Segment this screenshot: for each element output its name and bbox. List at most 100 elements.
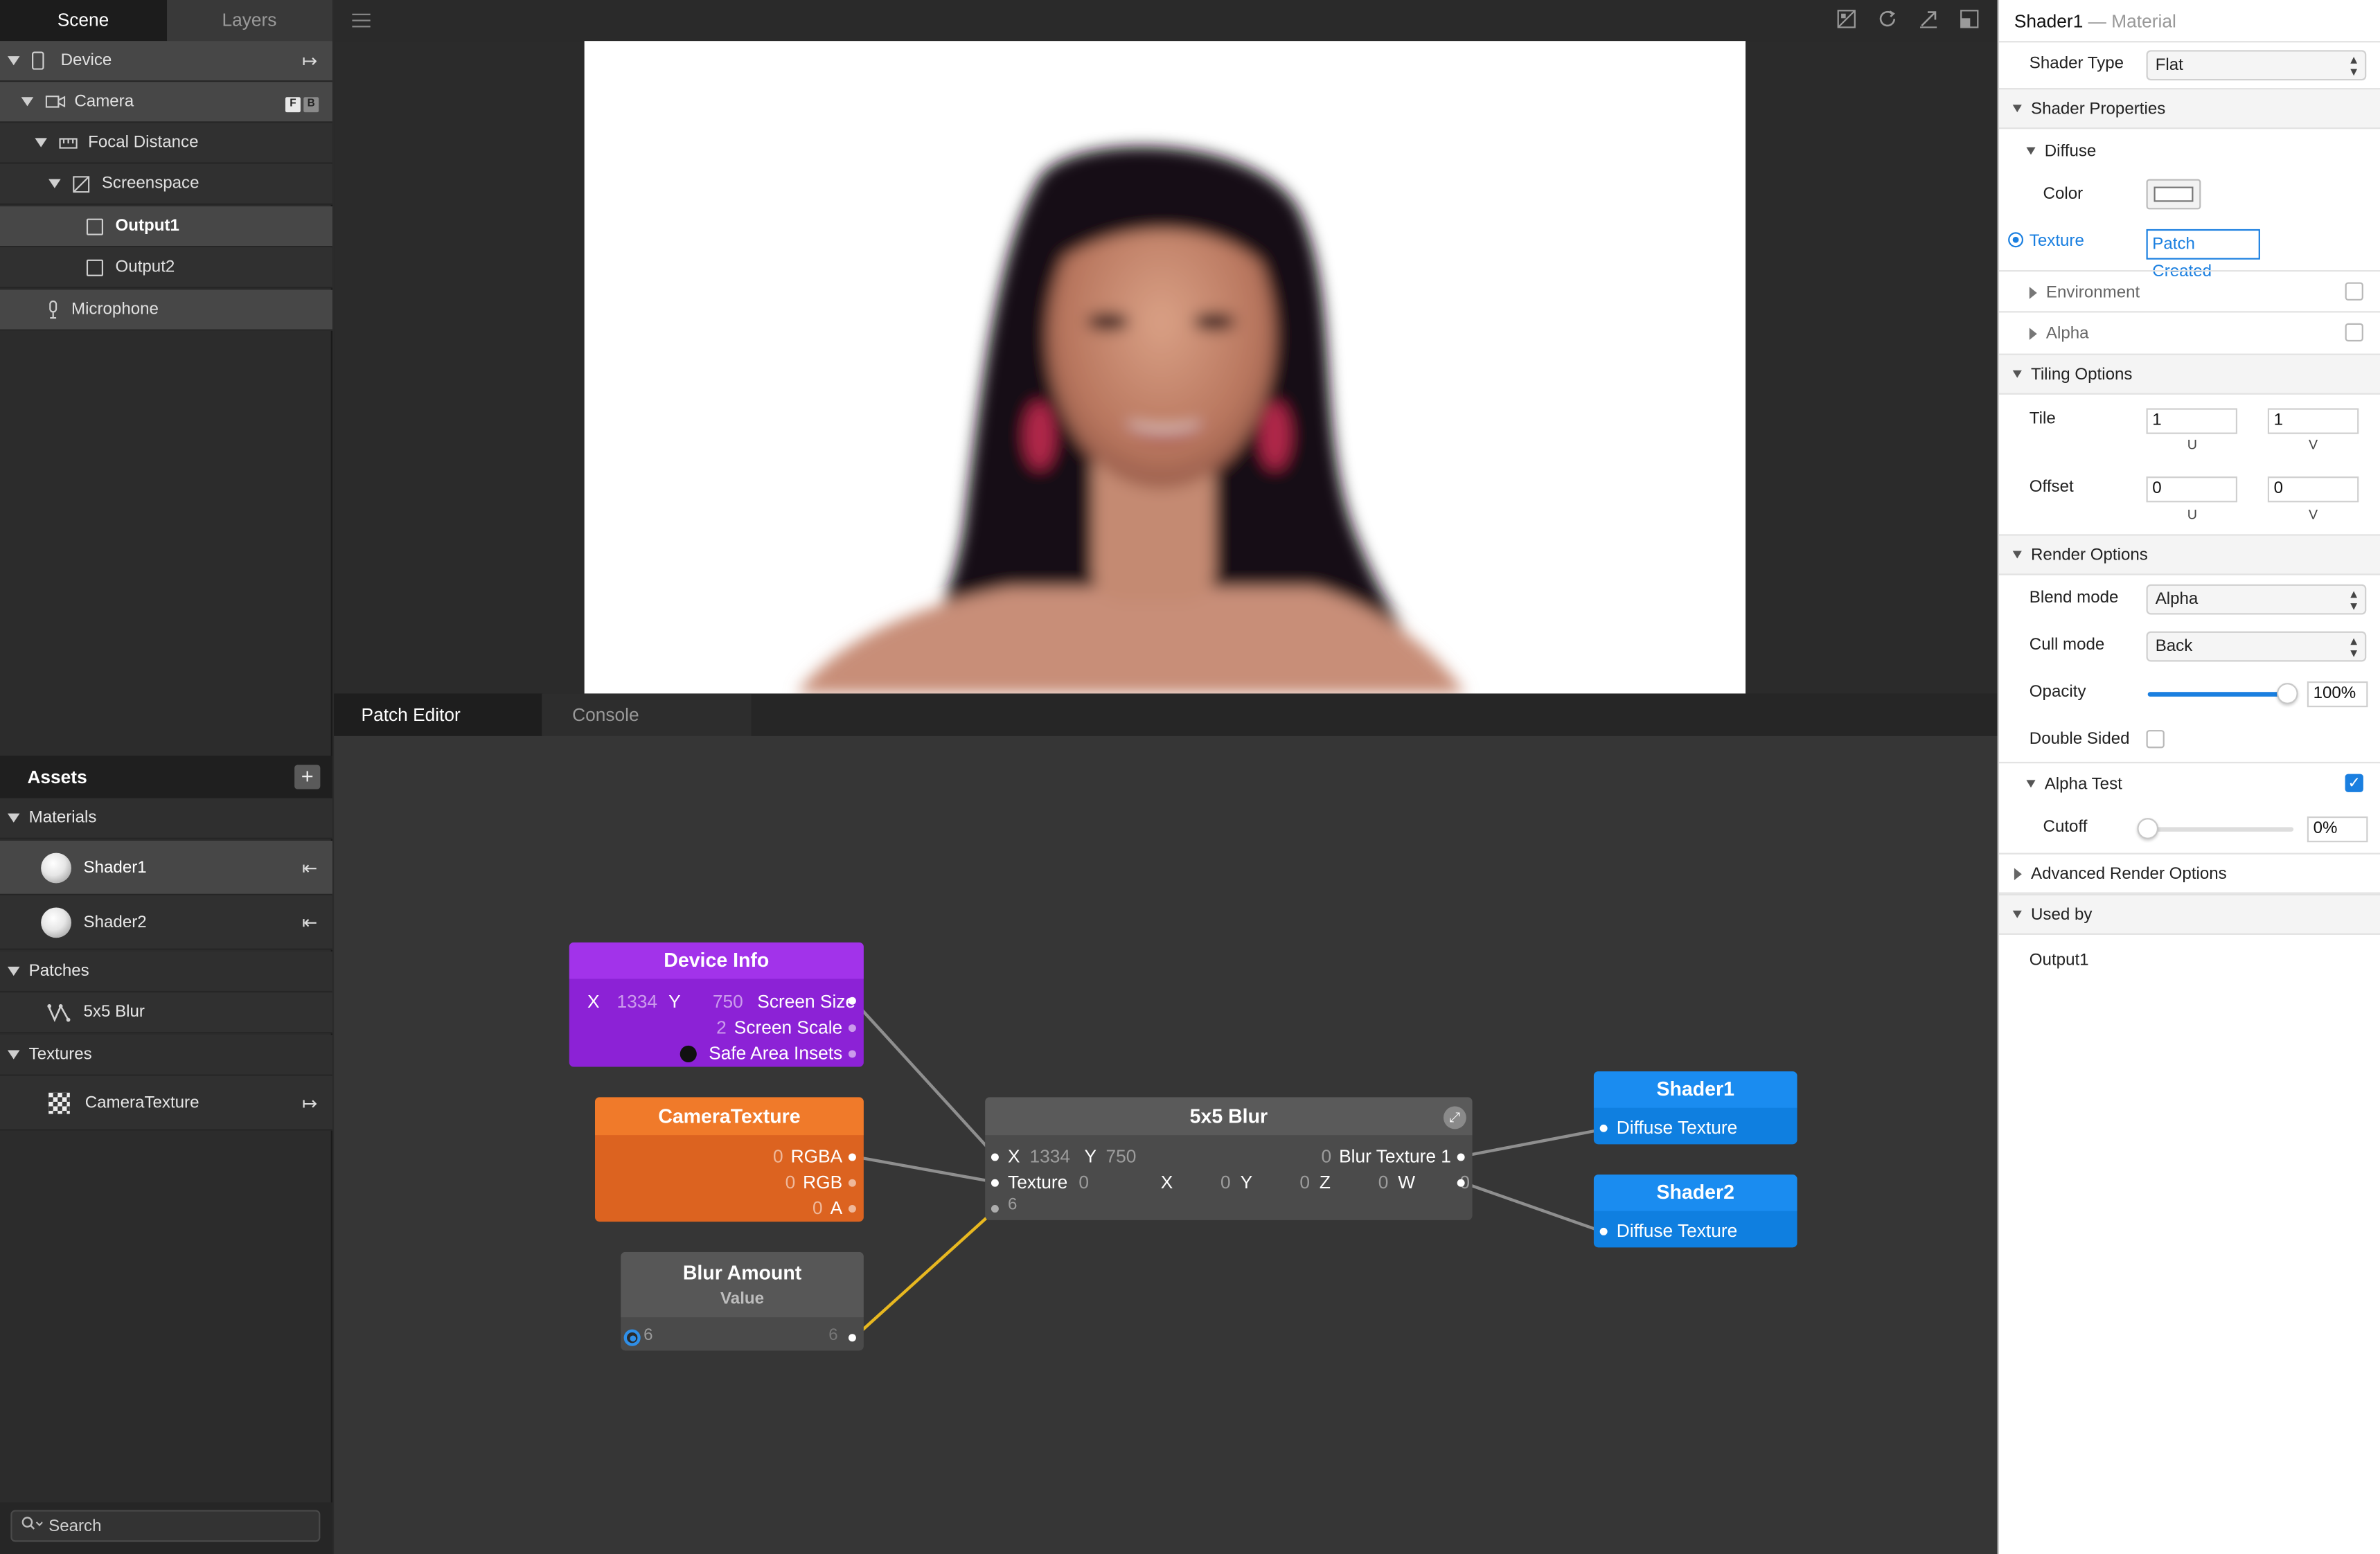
- tab-layers[interactable]: Layers: [166, 0, 332, 41]
- blur-amount-node[interactable]: Blur Amount Value 6 6: [621, 1251, 864, 1351]
- input-port-dot[interactable]: [1599, 1227, 1608, 1235]
- section-materials[interactable]: Materials: [0, 798, 332, 839]
- blur-texture-output-port[interactable]: 0 Blur Texture 1: [1322, 1144, 1451, 1168]
- environment-checkbox[interactable]: [2345, 282, 2363, 301]
- asset-item-5x5-blur[interactable]: 5x5 Blur: [0, 992, 332, 1034]
- section-shader-properties[interactable]: Shader Properties: [1998, 88, 2380, 130]
- collapse-triangle-icon[interactable]: [2026, 780, 2036, 788]
- output-port-dot[interactable]: [848, 1024, 856, 1033]
- section-tiling-options[interactable]: Tiling Options: [1998, 353, 2380, 395]
- input-port-dot[interactable]: [991, 1153, 999, 1161]
- input-port-dot[interactable]: [991, 1204, 999, 1213]
- expand-patch-icon[interactable]: ⤢: [1443, 1106, 1466, 1129]
- texture-input-port[interactable]: Texture 0 X 0 Y 0 Z 0 W 0: [1008, 1170, 1470, 1195]
- input-port-dot[interactable]: [991, 1179, 999, 1187]
- output-port-dot[interactable]: [848, 1334, 856, 1342]
- tree-item-focal-distance[interactable]: Focal Distance: [0, 123, 332, 164]
- asset-item-shader2[interactable]: Shader2 ⇤: [0, 895, 332, 950]
- tree-item-screenspace[interactable]: Screenspace: [0, 163, 332, 205]
- tab-patch-editor[interactable]: Patch Editor: [334, 693, 544, 736]
- color-swatch[interactable]: [2146, 179, 2201, 210]
- collapse-triangle-icon[interactable]: [2012, 370, 2022, 378]
- layout-icon[interactable]: [1960, 9, 1979, 33]
- link-arrow-icon[interactable]: ↦: [302, 50, 317, 71]
- output-port-dot[interactable]: [1457, 1153, 1465, 1161]
- back-camera-badge[interactable]: B: [303, 96, 319, 112]
- shader1-node[interactable]: Shader1 Diffuse Texture: [1593, 1071, 1797, 1145]
- link-back-arrow-icon[interactable]: ⇤: [302, 911, 317, 933]
- cutoff-slider-knob[interactable]: [2137, 818, 2159, 839]
- cutoff-input[interactable]: 0%: [2307, 816, 2368, 843]
- refresh-icon[interactable]: [1878, 9, 1897, 33]
- expand-triangle-icon[interactable]: [35, 138, 47, 148]
- subsection-alpha-test[interactable]: Alpha Test: [1999, 763, 2380, 804]
- offset-u-input[interactable]: 0: [2146, 476, 2238, 503]
- opacity-slider-track[interactable]: [2147, 683, 2298, 704]
- asset-item-cameratexture[interactable]: CameraTexture ↦: [0, 1075, 332, 1131]
- rgb-port[interactable]: 0 RGB: [785, 1170, 843, 1195]
- menu-icon[interactable]: [352, 13, 371, 28]
- alpha-test-checkbox[interactable]: ✓: [2345, 774, 2363, 792]
- subsection-environment[interactable]: Environment: [1999, 271, 2380, 312]
- front-camera-badge[interactable]: F: [285, 96, 301, 112]
- output-port-dot[interactable]: [848, 997, 856, 1005]
- tile-u-input[interactable]: 1: [2146, 408, 2238, 434]
- used-by-item[interactable]: Output1: [2030, 952, 2089, 970]
- tree-item-microphone[interactable]: Microphone: [0, 289, 332, 331]
- tab-scene[interactable]: Scene: [0, 0, 166, 42]
- offset-v-input[interactable]: 0: [2267, 476, 2359, 503]
- subsection-diffuse[interactable]: Diffuse: [1999, 130, 2380, 171]
- camera-texture-node[interactable]: CameraTexture 0 RGBA 0 RGB 0A: [595, 1097, 864, 1222]
- tree-item-output1[interactable]: Output1: [0, 206, 332, 248]
- shader2-node[interactable]: Shader2 Diffuse Texture: [1593, 1175, 1797, 1248]
- add-asset-button[interactable]: +: [294, 764, 321, 789]
- patch-editor-canvas[interactable]: Device Info X 1334 Y 750 Screen Size 2 Sc…: [334, 735, 1998, 1554]
- section-advanced-render-options[interactable]: Advanced Render Options: [1998, 852, 2380, 894]
- expand-triangle-icon[interactable]: [48, 179, 61, 188]
- tree-item-output2[interactable]: Output2: [0, 247, 332, 289]
- screen-size-port[interactable]: X 1334 Y 750 Screen Size: [587, 990, 855, 1014]
- texture-link-radio-icon[interactable]: [2008, 232, 2024, 248]
- tile-v-input[interactable]: 1: [2267, 408, 2359, 434]
- cutoff-slider-track[interactable]: [2137, 818, 2294, 839]
- expand-triangle-icon[interactable]: [7, 56, 20, 66]
- screen-scale-port[interactable]: 2 Screen Scale: [716, 1015, 842, 1039]
- section-used-by[interactable]: Used by: [1998, 893, 2380, 935]
- double-sided-checkbox[interactable]: [2146, 730, 2165, 749]
- collapse-triangle-icon[interactable]: [2012, 105, 2022, 113]
- hide-overlay-icon[interactable]: [1837, 9, 1856, 33]
- collapse-triangle-icon[interactable]: [2012, 551, 2022, 559]
- shader-type-select[interactable]: Flat ▴ ▾: [2146, 50, 2367, 81]
- amount-input-value[interactable]: 6: [1008, 1196, 1017, 1214]
- input-port-dot[interactable]: [1599, 1124, 1608, 1132]
- blur-5x5-node[interactable]: 5x5 Blur ⤢ X 1334 Y 750 0 Blur Texture 1 …: [985, 1097, 1473, 1220]
- input-value[interactable]: 6: [643, 1326, 652, 1344]
- collapse-triangle-icon[interactable]: [2026, 147, 2036, 155]
- diffuse-texture-port[interactable]: Diffuse Texture: [1617, 1220, 1737, 1242]
- texture-patch-button[interactable]: Patch Created: [2146, 229, 2260, 280]
- alpha-checkbox[interactable]: [2345, 323, 2363, 342]
- output-port-dot[interactable]: [848, 1153, 856, 1161]
- output-port-dot[interactable]: [848, 1204, 856, 1213]
- tree-item-device[interactable]: Device ↦: [0, 41, 332, 82]
- export-icon[interactable]: [1919, 9, 1938, 33]
- subsection-alpha[interactable]: Alpha: [1999, 312, 2380, 353]
- section-textures[interactable]: Textures: [0, 1035, 332, 1076]
- input-radio-icon[interactable]: [623, 1329, 641, 1346]
- link-back-arrow-icon[interactable]: ⇤: [302, 857, 317, 878]
- expand-triangle-icon[interactable]: [7, 966, 20, 976]
- device-info-node[interactable]: Device Info X 1334 Y 750 Screen Size 2 Sc…: [569, 942, 864, 1067]
- alpha-port[interactable]: 0A: [812, 1196, 842, 1220]
- blend-mode-select[interactable]: Alpha ▴ ▾: [2146, 584, 2367, 615]
- expand-triangle-icon[interactable]: [21, 97, 34, 107]
- asset-item-shader1[interactable]: Shader1 ⇤: [0, 841, 332, 895]
- opacity-slider-knob[interactable]: [2276, 683, 2298, 704]
- opacity-input[interactable]: 100%: [2307, 681, 2368, 708]
- tree-item-camera[interactable]: Camera FB: [0, 82, 332, 123]
- expand-triangle-icon[interactable]: [7, 813, 20, 823]
- expand-triangle-icon[interactable]: [2029, 327, 2037, 339]
- expand-triangle-icon[interactable]: [7, 1050, 20, 1060]
- expand-triangle-icon[interactable]: [2029, 286, 2037, 298]
- camera-preview[interactable]: [584, 41, 1746, 694]
- expand-triangle-icon[interactable]: [2014, 867, 2022, 879]
